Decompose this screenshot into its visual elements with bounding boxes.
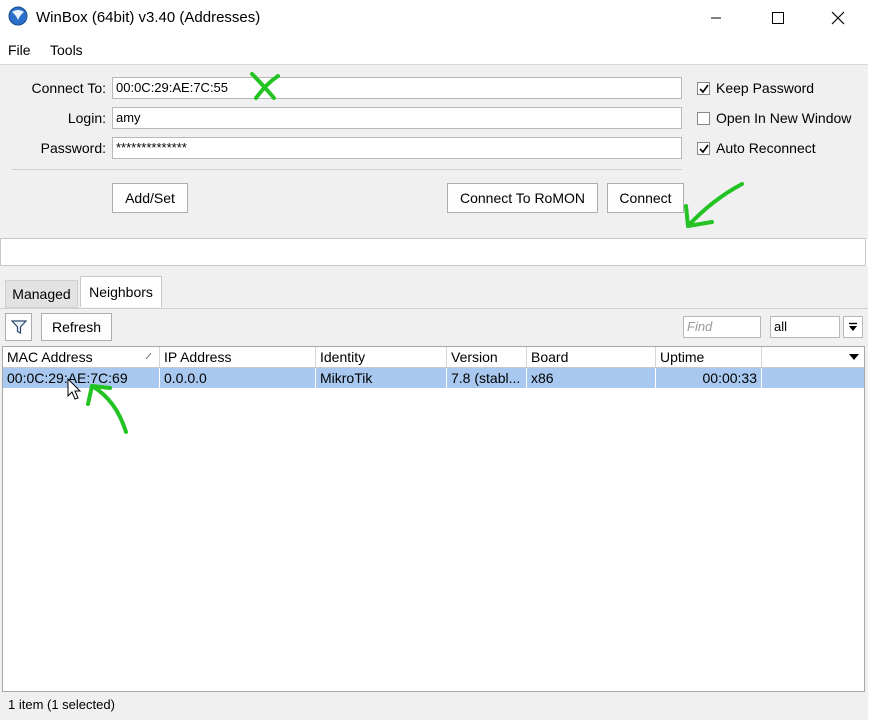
menu-bar: [0, 38, 870, 62]
connect-button[interactable]: Connect: [607, 183, 684, 213]
menu-file[interactable]: File: [8, 42, 31, 58]
green-x-annotation-icon: [250, 72, 280, 100]
tab-neighbors[interactable]: Neighbors: [80, 276, 162, 307]
add-set-button[interactable]: Add/Set: [112, 183, 188, 213]
mouse-cursor-icon: [67, 378, 82, 400]
find-input[interactable]: Find: [683, 316, 761, 338]
login-label: Login:: [67, 110, 106, 126]
auto-reconnect-checkbox[interactable]: [697, 142, 710, 155]
tab-underline: [0, 308, 868, 309]
close-button[interactable]: [815, 0, 861, 36]
login-field[interactable]: amy: [112, 107, 682, 129]
auto-reconnect-label: Auto Reconnect: [716, 140, 816, 156]
message-strip: [0, 238, 866, 266]
column-header-mac[interactable]: MAC Address: [3, 347, 160, 367]
filter-dropdown-button[interactable]: [843, 316, 863, 338]
password-field[interactable]: **************: [112, 137, 682, 159]
column-header-identity[interactable]: Identity: [316, 347, 447, 367]
open-new-window-checkbox[interactable]: [697, 112, 710, 125]
column-header-uptime[interactable]: Uptime: [656, 347, 762, 367]
connect-to-label: Connect To:: [31, 80, 106, 96]
sort-icon: [145, 352, 152, 360]
dropdown-arrow-icon: [849, 354, 859, 360]
window-title: WinBox (64bit) v3.40 (Addresses): [36, 9, 261, 26]
connect-to-field[interactable]: 00:0C:29:AE:7C:55: [112, 77, 682, 99]
minimize-icon: [711, 17, 721, 19]
column-header-extra: [762, 347, 842, 367]
checkmark-icon: [698, 144, 709, 153]
open-new-window-label: Open In New Window: [716, 110, 852, 126]
password-label: Password:: [40, 140, 106, 156]
filter-button[interactable]: [5, 313, 32, 341]
cell-board: x86: [527, 368, 656, 388]
column-header-label: MAC Address: [7, 349, 93, 365]
minimize-button[interactable]: [693, 0, 739, 36]
menu-tools[interactable]: Tools: [50, 42, 83, 58]
tab-managed[interactable]: Managed: [5, 280, 78, 308]
cell-identity: MikroTik: [316, 368, 447, 388]
status-text: 1 item (1 selected): [8, 697, 115, 712]
filter-icon: [10, 320, 27, 334]
refresh-button[interactable]: Refresh: [41, 313, 112, 341]
column-header-version[interactable]: Version: [447, 347, 527, 367]
connect-romon-button[interactable]: Connect To RoMON: [447, 183, 598, 213]
maximize-icon: [772, 12, 784, 24]
cell-version: 7.8 (stabl...: [447, 368, 527, 388]
status-bar: [0, 692, 868, 720]
column-header-ip[interactable]: IP Address: [160, 347, 316, 367]
keep-password-label: Keep Password: [716, 80, 815, 96]
close-icon: [831, 11, 845, 25]
cell-uptime: 00:00:33: [656, 368, 762, 388]
winbox-globe-icon: [8, 6, 28, 26]
maximize-button[interactable]: [755, 0, 801, 36]
green-arrow-annotation-icon: [684, 182, 744, 228]
columns-menu-button[interactable]: [846, 350, 862, 364]
dropdown-arrow-icon: [849, 322, 857, 331]
column-header-board[interactable]: Board: [527, 347, 656, 367]
green-arrow-annotation-icon: [86, 384, 128, 434]
checkmark-icon: [698, 84, 709, 93]
form-divider: [12, 169, 682, 170]
filter-select[interactable]: all: [770, 316, 840, 338]
cell-ip: 0.0.0.0: [160, 368, 316, 388]
keep-password-checkbox[interactable]: [697, 82, 710, 95]
